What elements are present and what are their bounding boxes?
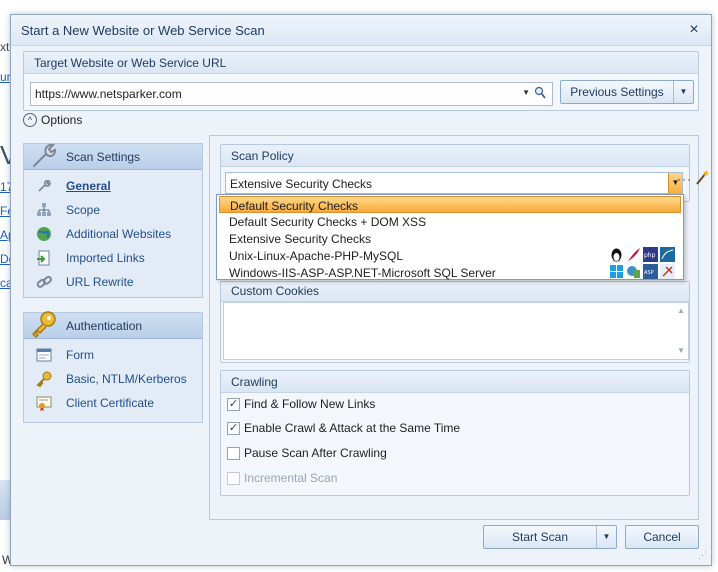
checkbox-label: Pause Scan After Crawling	[244, 446, 387, 460]
certificate-icon	[36, 396, 52, 411]
scroll-up-icon[interactable]: ▲	[677, 306, 685, 315]
collapse-icon: ^	[23, 113, 37, 127]
checkbox[interactable]: ✓	[227, 397, 240, 411]
custom-cookies-group-title: Custom Cookies	[221, 282, 689, 302]
scan-policy-select[interactable]: Extensive Security Checks ▼	[225, 172, 683, 194]
dropdown-option-default-dom-xss[interactable]: Default Security Checks + DOM XSS	[219, 213, 681, 230]
wrench-icon	[33, 143, 57, 167]
checkbox-label: Find & Follow New Links	[244, 397, 376, 411]
more-options-icon[interactable]: ···	[677, 172, 692, 186]
import-icon	[37, 250, 50, 266]
authentication-panel: Authentication Form Basic, NTLM/Kerberos…	[23, 311, 203, 423]
dropdown-option-default[interactable]: Default Security Checks	[219, 196, 681, 213]
dropdown-option-extensive[interactable]: Extensive Security Checks	[219, 230, 681, 247]
dialog-title: Start a New Website or Web Service Scan	[21, 23, 265, 38]
svg-text:ASP: ASP	[644, 270, 654, 276]
windows-icon	[610, 265, 623, 278]
nav-item-label: Imported Links	[66, 251, 145, 265]
cancel-button[interactable]: Cancel	[625, 525, 699, 549]
checkbox-label: Enable Crawl & Attack at the Same Time	[244, 421, 461, 435]
sqlserver-icon	[660, 264, 675, 279]
scan-policy-group-title: Scan Policy	[221, 145, 689, 167]
chevron-down-icon[interactable]: ▼	[673, 81, 693, 103]
authentication-header: Authentication	[24, 311, 202, 339]
scan-settings-panel: Scan Settings General Scope Additional W…	[23, 143, 203, 298]
nav-item-label: Basic, NTLM/Kerberos	[66, 372, 187, 386]
technology-icons: ASP	[609, 264, 675, 279]
nav-item-label: Form	[66, 348, 94, 362]
close-button[interactable]: ×	[685, 21, 703, 39]
chevron-down-icon[interactable]: ▼	[596, 526, 616, 548]
nav-item-general[interactable]: General	[36, 176, 111, 196]
checkbox[interactable]	[227, 446, 240, 460]
bg-text: xt	[0, 40, 10, 54]
globe-icon	[37, 227, 51, 241]
technology-icons: php	[609, 247, 675, 262]
scan-settings-header: Scan Settings	[24, 143, 202, 170]
svg-text:php: php	[644, 252, 656, 259]
nav-item-label: Client Certificate	[66, 396, 155, 410]
previous-settings-button[interactable]: Previous Settings ▼	[560, 80, 694, 104]
authentication-title: Authentication	[66, 319, 143, 333]
crawling-group: Crawling ✓ Find & Follow New Links ✓ Ena…	[220, 370, 690, 496]
url-input[interactable]: https://www.netsparker.com ▼	[30, 82, 553, 106]
linux-icon	[611, 248, 622, 262]
nav-item-basic-ntlm-kerberos[interactable]: Basic, NTLM/Kerberos	[36, 369, 187, 389]
nav-item-label: URL Rewrite	[66, 275, 134, 289]
checkbox[interactable]: ✓	[227, 421, 240, 435]
target-url-group: Target Website or Web Service URL https:…	[23, 51, 699, 111]
nav-item-client-certificate[interactable]: Client Certificate	[36, 393, 154, 413]
nav-item-label: Scope	[66, 203, 101, 217]
scan-policy-selected: Extensive Security Checks	[230, 177, 373, 191]
crawl-attack-same-time-checkbox[interactable]: ✓ Enable Crawl & Attack at the Same Time	[227, 421, 460, 435]
nav-item-label: General	[66, 179, 111, 193]
feather-icon	[628, 248, 640, 261]
dropdown-option-windows-iis[interactable]: Windows-IIS-ASP-ASP.NET-Microsoft SQL Se…	[219, 264, 681, 281]
wand-icon[interactable]	[695, 169, 709, 185]
previous-settings-label: Previous Settings	[570, 85, 664, 99]
sitemap-icon	[37, 203, 51, 216]
crawling-group-title: Crawling	[221, 371, 689, 393]
nav-item-imported-links[interactable]: Imported Links	[36, 248, 145, 268]
nav-item-scope[interactable]: Scope	[36, 200, 100, 220]
option-label: Windows-IIS-ASP-ASP.NET-Microsoft SQL Se…	[229, 266, 496, 280]
pause-after-crawling-checkbox[interactable]: Pause Scan After Crawling	[227, 446, 387, 460]
scan-dialog: Start a New Website or Web Service Scan …	[10, 14, 712, 566]
iis-icon	[627, 266, 640, 278]
nav-item-label: Additional Websites	[66, 227, 172, 241]
checkbox	[227, 471, 240, 485]
option-label: Unix-Linux-Apache-PHP-MySQL	[229, 249, 404, 263]
nav-item-form[interactable]: Form	[36, 345, 94, 365]
url-value: https://www.netsparker.com	[35, 87, 182, 101]
search-icon[interactable]	[534, 86, 546, 100]
start-scan-button[interactable]: Start Scan ▼	[483, 525, 617, 549]
form-icon	[36, 348, 52, 362]
nav-item-additional-websites[interactable]: Additional Websites	[36, 224, 171, 244]
title-bar: Start a New Website or Web Service Scan …	[11, 15, 711, 46]
key-icon	[31, 311, 56, 339]
scan-policy-dropdown: Default Security Checks Default Security…	[216, 194, 684, 280]
link-icon	[36, 275, 52, 288]
custom-cookies-group: Custom Cookies ▲ ▼	[220, 281, 690, 363]
scan-settings-title: Scan Settings	[66, 150, 141, 164]
mysql-icon	[660, 247, 675, 262]
aspnet-icon: ASP	[643, 264, 658, 279]
scroll-down-icon[interactable]: ▼	[677, 346, 685, 355]
start-scan-label: Start Scan	[511, 530, 569, 544]
checkbox-label: Incremental Scan	[244, 471, 338, 485]
find-follow-links-checkbox[interactable]: ✓ Find & Follow New Links	[227, 397, 375, 411]
target-url-group-title: Target Website or Web Service URL	[24, 52, 698, 74]
php-icon: php	[643, 247, 658, 262]
wrench-icon	[38, 179, 51, 192]
resize-grip-icon[interactable]: ⋰	[698, 550, 707, 561]
general-settings-content: Scan Policy Extensive Security Checks ▼ …	[209, 135, 709, 520]
dropdown-option-unix-linux[interactable]: Unix-Linux-Apache-PHP-MySQL php	[219, 247, 681, 264]
incremental-scan-checkbox: Incremental Scan	[227, 471, 337, 485]
options-label: Options	[41, 113, 83, 127]
custom-cookies-input[interactable]	[223, 302, 689, 360]
options-toggle[interactable]: ^ Options	[23, 113, 82, 127]
key-icon	[36, 371, 52, 387]
chevron-down-icon[interactable]: ▼	[522, 88, 530, 97]
nav-item-url-rewrite[interactable]: URL Rewrite	[36, 272, 134, 292]
